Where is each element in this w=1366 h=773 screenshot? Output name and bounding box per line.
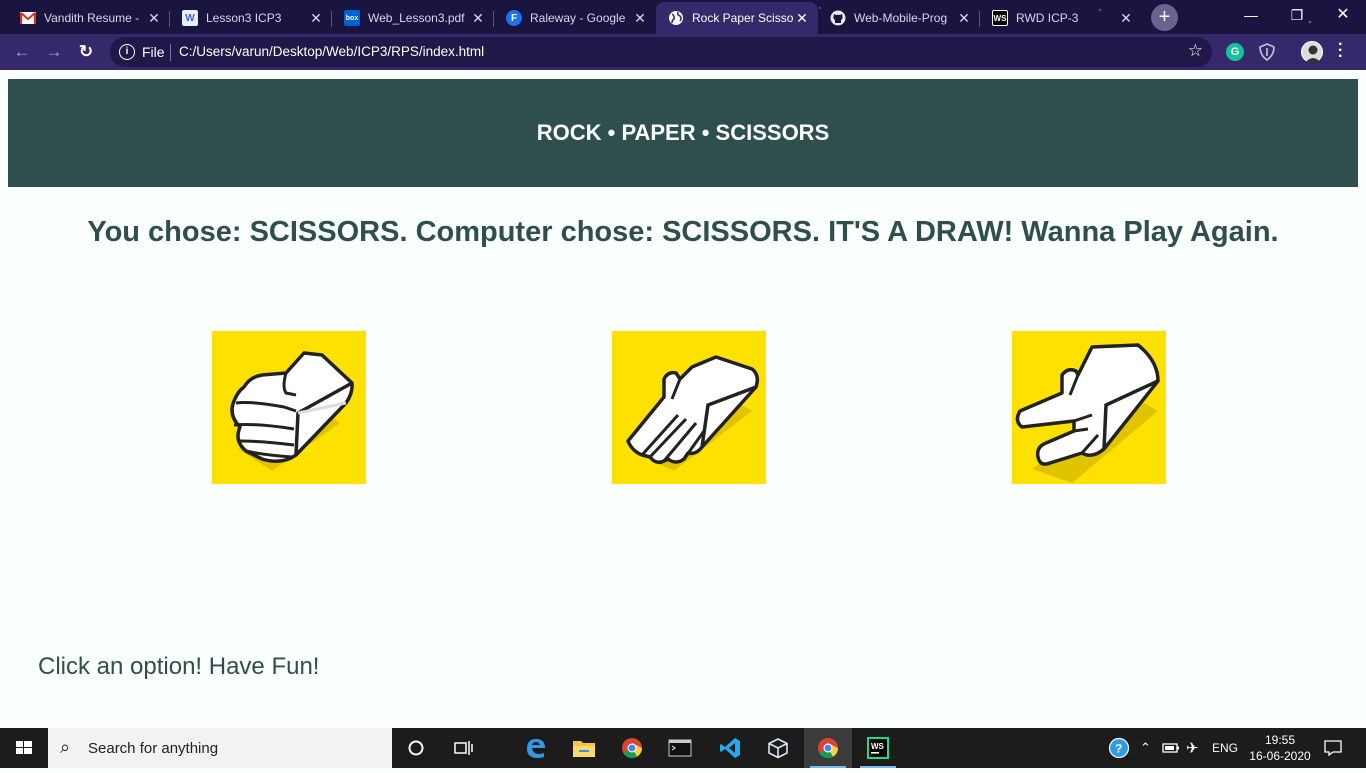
url-text[interactable]: C:/Users/varun/Desktop/Web/ICP3/RPS/inde… bbox=[179, 44, 484, 59]
windows-logo-icon bbox=[16, 741, 32, 754]
tab-title: Lesson3 ICP3 bbox=[206, 11, 282, 25]
edge-icon bbox=[527, 739, 545, 758]
notification-center-icon[interactable] bbox=[1324, 728, 1342, 768]
svg-text:WS: WS bbox=[871, 742, 885, 751]
profile-avatar[interactable] bbox=[1301, 41, 1323, 63]
tab-title: Raleway - Google bbox=[530, 11, 626, 25]
rock-hand-icon bbox=[230, 351, 354, 471]
tab-web-lesson3-pdf[interactable]: box Web_Lesson3.pdf ✕ bbox=[332, 2, 494, 34]
close-tab-icon[interactable]: ✕ bbox=[632, 10, 648, 27]
rock-choice-button[interactable] bbox=[212, 331, 366, 484]
file-explorer-button[interactable] bbox=[560, 728, 608, 768]
restore-button[interactable]: ❐ bbox=[1274, 0, 1320, 30]
start-button[interactable] bbox=[0, 728, 48, 768]
tab-title: Web-Mobile-Prog bbox=[854, 11, 948, 25]
browser-toolbar: ← → ↻ i File C:/Users/varun/Desktop/Web/… bbox=[0, 34, 1366, 70]
browser-menu-icon[interactable]: · · · bbox=[1338, 37, 1343, 65]
grammarly-icon[interactable]: G bbox=[1226, 43, 1244, 61]
virtualbox-taskbar-button[interactable] bbox=[754, 728, 802, 768]
svg-text:?: ? bbox=[1115, 742, 1122, 756]
system-clock[interactable]: 19:55 16-06-2020 bbox=[1248, 732, 1312, 764]
close-tab-icon[interactable]: ✕ bbox=[956, 10, 972, 27]
scissors-choice-button[interactable] bbox=[1012, 331, 1166, 484]
clock-date: 16-06-2020 bbox=[1249, 749, 1311, 763]
page-content: ROCK • PAPER • SCISSORS You chose: SCISS… bbox=[0, 70, 1366, 728]
google-fonts-icon: F bbox=[506, 10, 522, 26]
tab-raleway-google-fonts[interactable]: F Raleway - Google ✕ bbox=[494, 2, 656, 34]
terminal-taskbar-button[interactable] bbox=[656, 728, 704, 768]
paper-choice-button[interactable] bbox=[612, 331, 766, 484]
page-header: ROCK • PAPER • SCISSORS bbox=[8, 79, 1358, 187]
airplane-mode-icon[interactable]: ✈ bbox=[1186, 728, 1199, 768]
info-icon[interactable]: i bbox=[119, 44, 135, 60]
hint-text: Click an option! Have Fun! bbox=[38, 653, 320, 680]
taskbar-search-box[interactable]: ⌕ Search for anything bbox=[48, 728, 392, 768]
browser-tab-strip: Vandith Resume - ✕ W Lesson3 ICP3 ✕ box … bbox=[0, 0, 1366, 34]
tab-title: Web_Lesson3.pdf bbox=[368, 11, 465, 25]
github-icon bbox=[830, 10, 846, 26]
edge-taskbar-button[interactable] bbox=[512, 728, 560, 768]
chrome-icon bbox=[622, 738, 643, 759]
webstorm-taskbar-button[interactable]: WS bbox=[854, 728, 902, 768]
gmail-icon bbox=[20, 10, 36, 26]
chevron-up-icon[interactable]: ⌃ bbox=[1140, 728, 1151, 768]
new-tab-button[interactable]: + bbox=[1151, 4, 1178, 31]
task-view-button[interactable] bbox=[440, 728, 488, 768]
paper-hand-icon bbox=[626, 355, 760, 471]
close-tab-icon[interactable]: ✕ bbox=[1118, 10, 1134, 27]
clock-time: 19:55 bbox=[1264, 733, 1296, 747]
tab-title: Rock Paper Scissor bbox=[692, 11, 794, 25]
cortana-button[interactable] bbox=[392, 728, 440, 768]
tab-rock-paper-scissors[interactable]: Rock Paper Scissor ✕ bbox=[656, 2, 818, 34]
result-message: You chose: SCISSORS. Computer chose: SCI… bbox=[87, 216, 1279, 248]
tab-vandith-resume[interactable]: Vandith Resume - ✕ bbox=[8, 2, 170, 34]
box-icon: box bbox=[344, 10, 360, 26]
webstorm-icon: WS bbox=[992, 10, 1008, 26]
tab-lesson3-icp3[interactable]: W Lesson3 ICP3 ✕ bbox=[170, 2, 332, 34]
cortana-icon bbox=[408, 740, 424, 756]
vscode-icon bbox=[720, 738, 740, 758]
globe-icon bbox=[668, 10, 684, 26]
search-icon: ⌕ bbox=[60, 737, 71, 757]
document-icon: W bbox=[182, 10, 198, 26]
close-tab-icon[interactable]: ✕ bbox=[308, 10, 324, 27]
chrome-taskbar-button[interactable] bbox=[608, 728, 656, 768]
close-tab-icon[interactable]: ✕ bbox=[794, 10, 810, 27]
reload-icon[interactable]: ↻ bbox=[73, 39, 99, 65]
tab-title: Vandith Resume - bbox=[44, 11, 140, 25]
close-window-button[interactable]: ✕ bbox=[1320, 0, 1366, 30]
shield-icon[interactable] bbox=[1258, 43, 1276, 61]
address-bar[interactable]: i File C:/Users/varun/Desktop/Web/ICP3/R… bbox=[110, 37, 1212, 67]
minimize-button[interactable]: — bbox=[1228, 0, 1274, 30]
page-title: ROCK • PAPER • SCISSORS bbox=[536, 120, 830, 145]
forward-arrow-icon[interactable]: → bbox=[41, 39, 67, 65]
chrome-active-taskbar-button[interactable] bbox=[804, 728, 852, 768]
vscode-taskbar-button[interactable] bbox=[706, 728, 754, 768]
chrome-icon bbox=[818, 738, 839, 759]
windows-taskbar: ⌕ Search for anything WS ? ⌃ ✈ ENG 19:55 bbox=[0, 728, 1366, 768]
language-indicator[interactable]: ENG bbox=[1212, 728, 1238, 768]
terminal-icon bbox=[668, 739, 692, 757]
webstorm-icon: WS bbox=[867, 737, 889, 759]
cube-icon bbox=[768, 738, 788, 759]
tab-rwd-icp3[interactable]: WS RWD ICP-3 ✕ bbox=[980, 2, 1142, 34]
bookmark-star-icon[interactable]: ☆ bbox=[1188, 41, 1203, 61]
back-arrow-icon[interactable]: ← bbox=[9, 39, 35, 65]
tab-web-mobile-prog[interactable]: Web-Mobile-Prog ✕ bbox=[818, 2, 980, 34]
scheme-label: File bbox=[142, 44, 165, 60]
help-tray-icon[interactable]: ? bbox=[1108, 728, 1130, 768]
search-placeholder: Search for anything bbox=[88, 740, 219, 757]
scissors-hand-icon bbox=[1015, 343, 1160, 483]
close-tab-icon[interactable]: ✕ bbox=[470, 10, 486, 27]
tab-title: RWD ICP-3 bbox=[1016, 11, 1079, 25]
close-tab-icon[interactable]: ✕ bbox=[146, 10, 162, 27]
battery-icon[interactable] bbox=[1162, 728, 1180, 768]
task-view-icon bbox=[454, 741, 473, 755]
folder-icon bbox=[573, 741, 595, 757]
